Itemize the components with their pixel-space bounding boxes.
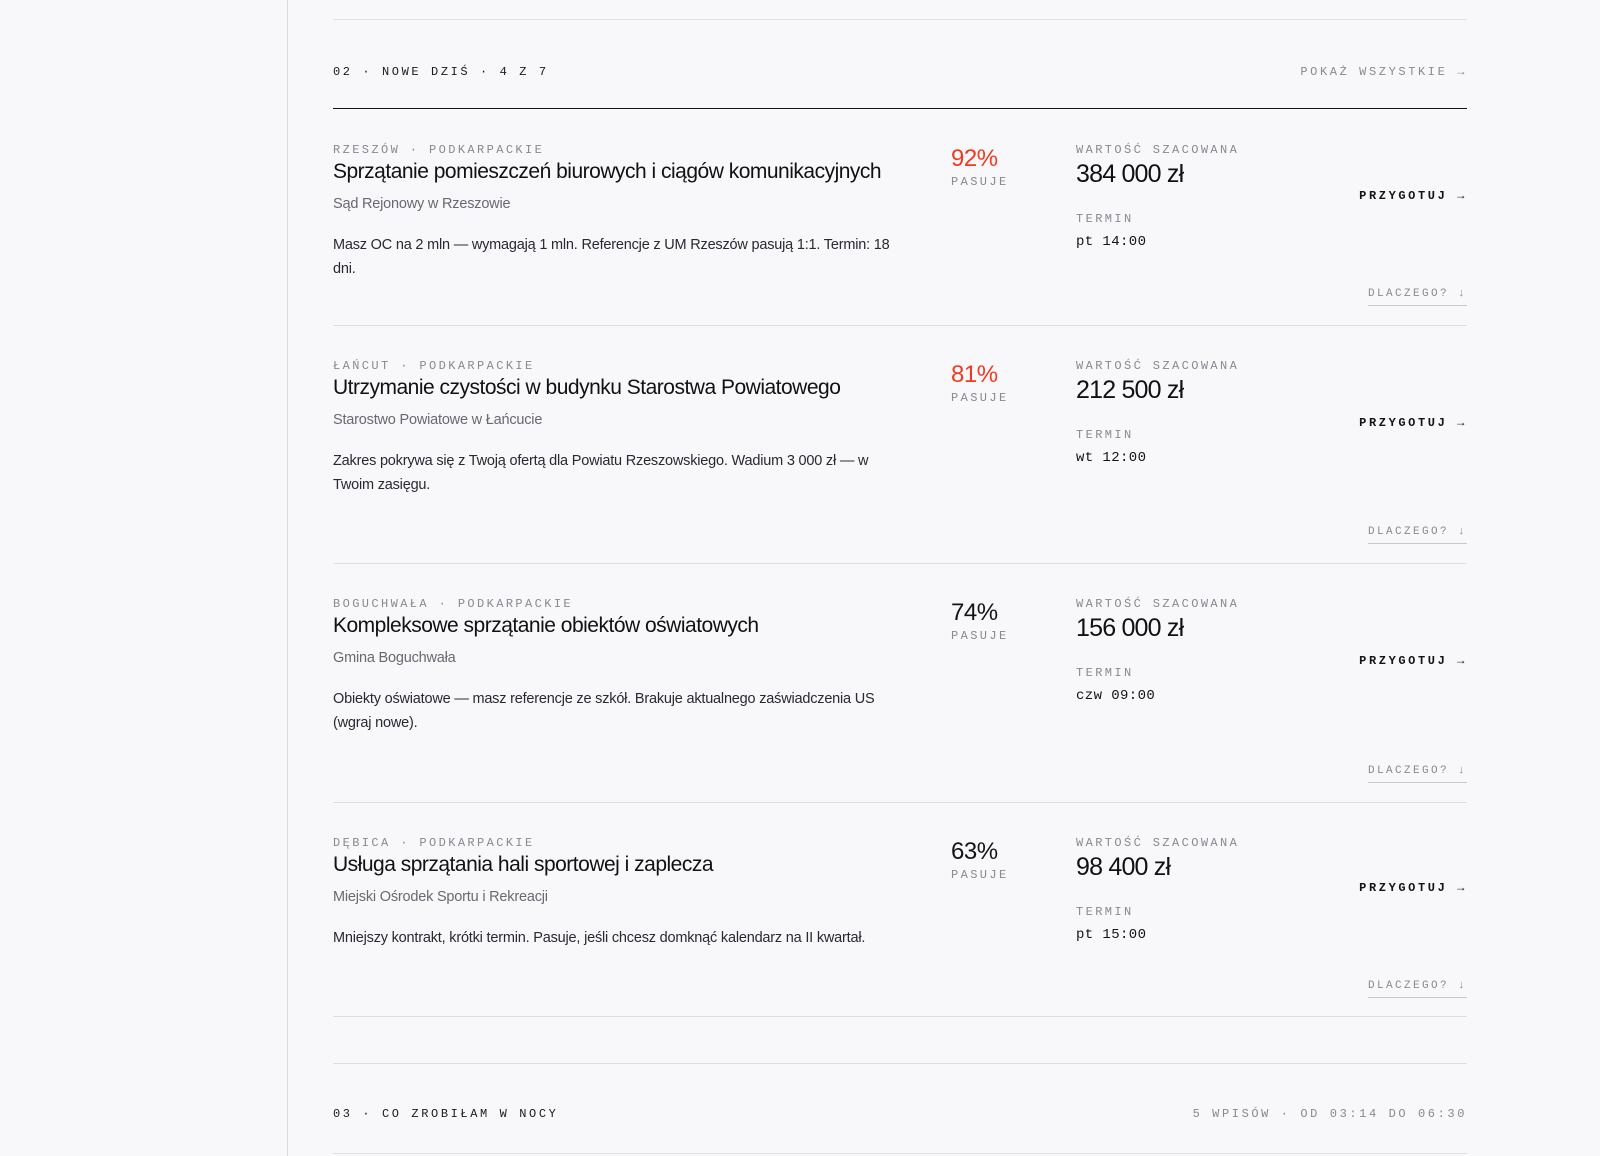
why-toggle[interactable]: DLACZEGO? ↓	[1367, 980, 1467, 998]
match-label: PASUJE	[951, 868, 1009, 882]
prepare-button[interactable]: PRZYGOTUJ →	[1359, 416, 1467, 430]
prepare-button[interactable]: PRZYGOTUJ →	[1359, 654, 1467, 668]
tender-note: Masz OC na 2 mln — wymagają 1 mln. Refer…	[333, 237, 890, 277]
tender-location: DĘBICA · PODKARPACKIE	[333, 836, 535, 850]
tender-card: ŁAŃCUT · PODKARPACKIE Utrzymanie czystoś…	[333, 336, 1467, 564]
value-label: WARTOŚĆ SZACOWANA	[1076, 597, 1240, 611]
tender-location: BOGUCHWAŁA · PODKARPACKIE	[333, 597, 574, 611]
tender-title[interactable]: Usługa sprzątania hali sportowej i zaple…	[333, 853, 714, 877]
match-score: 81%	[951, 361, 998, 388]
tender-note: Zakres pokrywa się z Twoją ofertą dla Po…	[333, 453, 869, 493]
section-meta: 5 WPISÓW · OD 03:14 DO 06:30	[1192, 1107, 1467, 1121]
tender-title[interactable]: Sprzątanie pomieszczeń biurowych i ciągó…	[333, 160, 882, 184]
tender-buyer: Miejski Ośrodek Sportu i Rekreacji	[333, 889, 548, 905]
value-label: WARTOŚĆ SZACOWANA	[1076, 359, 1240, 373]
value-label: WARTOŚĆ SZACOWANA	[1076, 836, 1240, 850]
estimated-value: 156 000 zł	[1076, 614, 1184, 642]
why-toggle[interactable]: DLACZEGO? ↓	[1367, 765, 1467, 783]
section-header-new-today: 02 · NOWE DZIŚ · 4 Z 7 POKAŻ WSZYSTKIE →	[333, 64, 1467, 80]
section-title: 03 · CO ZROBIŁAM W NOCY	[333, 1107, 559, 1121]
tender-card: DĘBICA · PODKARPACKIE Usługa sprzątania …	[333, 813, 1467, 1017]
deadline-value: wt 12:00	[1076, 450, 1147, 466]
deadline-value: pt 14:00	[1076, 234, 1147, 250]
tender-title[interactable]: Utrzymanie czystości w budynku Starostwa…	[333, 376, 841, 400]
divider	[333, 1063, 1467, 1064]
main-content: 02 · NOWE DZIŚ · 4 Z 7 POKAŻ WSZYSTKIE →…	[333, 0, 1467, 1156]
deadline-value: pt 15:00	[1076, 927, 1147, 943]
match-label: PASUJE	[951, 175, 1009, 189]
tender-buyer: Sąd Rejonowy w Rzeszowie	[333, 196, 511, 212]
deadline-label: TERMIN	[1076, 905, 1134, 919]
estimated-value: 384 000 zł	[1076, 160, 1184, 188]
tender-title[interactable]: Kompleksowe sprzątanie obiektów oświatow…	[333, 614, 759, 638]
estimated-value: 212 500 zł	[1076, 376, 1184, 404]
prepare-button[interactable]: PRZYGOTUJ →	[1359, 189, 1467, 203]
tender-card: RZESZÓW · PODKARPACKIE Sprzątanie pomies…	[333, 120, 1467, 326]
tender-note: Mniejszy kontrakt, krótki termin. Pasuje…	[333, 930, 866, 946]
match-label: PASUJE	[951, 629, 1009, 643]
deadline-label: TERMIN	[1076, 666, 1134, 680]
deadline-label: TERMIN	[1076, 212, 1134, 226]
estimated-value: 98 400 zł	[1076, 853, 1171, 881]
match-score: 74%	[951, 599, 998, 626]
value-label: WARTOŚĆ SZACOWANA	[1076, 143, 1240, 157]
section-divider	[333, 108, 1467, 109]
sidebar	[0, 0, 288, 1156]
match-score: 63%	[951, 838, 998, 865]
match-score: 92%	[951, 145, 998, 172]
tender-location: ŁAŃCUT · PODKARPACKIE	[333, 359, 535, 373]
tender-location: RZESZÓW · PODKARPACKIE	[333, 143, 545, 157]
why-toggle[interactable]: DLACZEGO? ↓	[1367, 526, 1467, 544]
deadline-value: czw 09:00	[1076, 688, 1156, 704]
tender-note: Obiekty oświatowe — masz referencje ze s…	[333, 691, 875, 731]
section-header-night-log: 03 · CO ZROBIŁAM W NOCY 5 WPISÓW · OD 03…	[333, 1106, 1467, 1122]
deadline-label: TERMIN	[1076, 428, 1134, 442]
tender-buyer: Gmina Boguchwała	[333, 650, 456, 666]
why-toggle[interactable]: DLACZEGO? ↓	[1367, 288, 1467, 306]
tender-buyer: Starostwo Powiatowe w Łańcucie	[333, 412, 543, 428]
prepare-button[interactable]: PRZYGOTUJ →	[1359, 881, 1467, 895]
section-title: 02 · NOWE DZIŚ · 4 Z 7	[333, 65, 549, 79]
show-all-link[interactable]: POKAŻ WSZYSTKIE →	[1300, 65, 1467, 79]
section-divider	[333, 1153, 1467, 1154]
tender-card: BOGUCHWAŁA · PODKARPACKIE Kompleksowe sp…	[333, 574, 1467, 803]
match-label: PASUJE	[951, 391, 1009, 405]
divider	[333, 19, 1467, 20]
